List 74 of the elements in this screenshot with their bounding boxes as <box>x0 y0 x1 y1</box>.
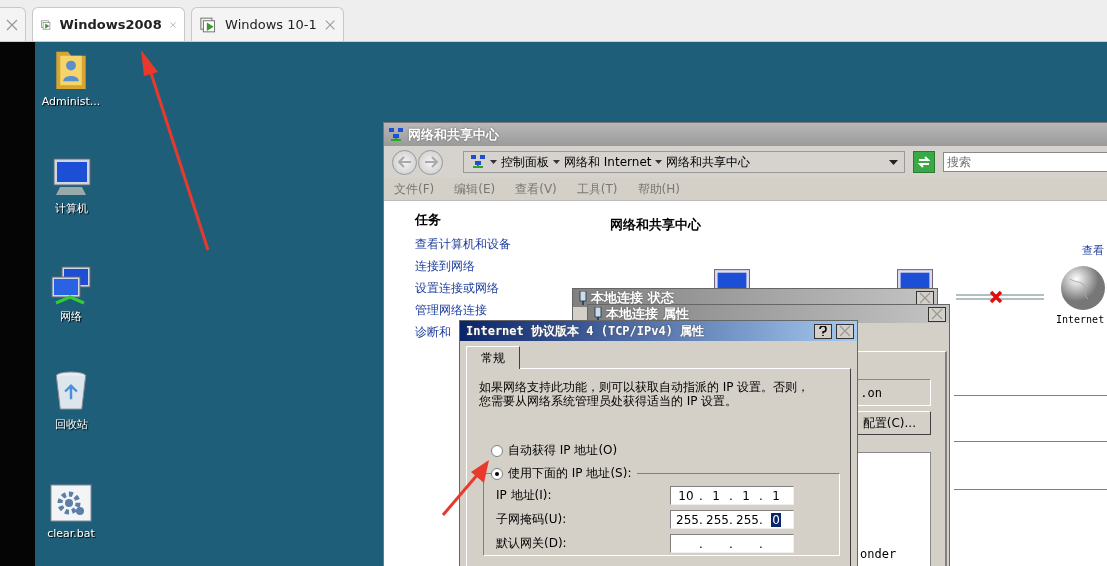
octet-dot: . <box>698 512 704 527</box>
desktop-icon-label[interactable]: clear.bat <box>47 527 95 540</box>
globe-icon <box>1060 265 1106 311</box>
view-link[interactable]: 查看 <box>1082 243 1104 258</box>
radio-icon[interactable] <box>491 444 503 457</box>
network-icon[interactable] <box>48 265 94 305</box>
octet-dot: . <box>758 488 764 503</box>
gear-file-icon[interactable] <box>49 483 93 523</box>
tab[interactable]: 常规 <box>466 346 520 369</box>
help-button[interactable] <box>814 323 832 339</box>
task-link[interactable]: 连接到网络 <box>415 258 511 275</box>
octet-text: 255 <box>735 512 760 527</box>
dropdown-caret-icon[interactable] <box>888 159 898 165</box>
breadcrumb-item[interactable]: 网络和共享中心 <box>666 153 751 171</box>
octet-dot: . <box>758 536 764 551</box>
dialog-title: 本地连接 属性 <box>606 305 690 323</box>
tasks-heading: 任务 <box>415 211 442 229</box>
dialog-title: Internet 协议版本 4 (TCP/IPv4) 属性 <box>466 322 706 340</box>
network-icon <box>470 154 486 170</box>
annotation-arrow <box>441 460 489 516</box>
caret-icon[interactable] <box>490 159 497 165</box>
octet-text: 0 <box>771 512 781 527</box>
ip-address-field[interactable]: 255. 255. 255. 0 <box>670 510 794 529</box>
search-field[interactable]: 搜索 <box>942 152 1107 172</box>
connection-icon <box>579 291 587 305</box>
help-icon <box>819 326 827 336</box>
internet-label: Internet <box>1056 314 1105 325</box>
octet-dot: . <box>728 512 734 527</box>
octet-text: 255 <box>675 512 700 527</box>
breadcrumb-item[interactable]: 控制面板 <box>501 153 549 171</box>
page-heading: 网络和共享中心 <box>610 216 701 234</box>
octet-dot: . <box>758 512 764 527</box>
network-icon <box>388 126 404 143</box>
radio-option[interactable]: 使用下面的 IP 地址(S): <box>491 465 638 482</box>
octet-text: 255 <box>705 512 730 527</box>
forward-arrow-icon <box>423 156 438 168</box>
address-bar[interactable]: 控制面板 网络和 Internet 网络和共享中心 <box>463 151 905 173</box>
octet-dot: . <box>728 536 734 551</box>
octet-text: 10 <box>677 488 695 503</box>
ip-address-field[interactable]: . . . <box>670 534 794 553</box>
browser-tab[interactable]: Windows2008 <box>32 7 185 41</box>
desktop-icon-label[interactable]: 网络 <box>60 309 82 324</box>
octet-dot: . <box>698 536 704 551</box>
octet-dot: . <box>698 488 704 503</box>
radio-icon[interactable] <box>491 467 503 480</box>
browser-tab[interactable]: Windows 10-1 <box>191 7 344 41</box>
desktop-icon-label[interactable]: 计算机 <box>54 201 88 216</box>
field-label: IP 地址(I): <box>496 487 553 504</box>
field-label: 子网掩码(U): <box>496 511 568 528</box>
task-link[interactable]: 设置连接或网络 <box>415 280 511 297</box>
window-title: 网络和共享中心 <box>408 125 499 144</box>
octet-text: 1 <box>711 488 721 503</box>
list-item[interactable]: onder <box>860 547 897 561</box>
field-label: 默认网关(D): <box>496 535 568 552</box>
connection-icon <box>594 307 602 321</box>
vm-icon <box>200 15 218 34</box>
tab-close-icon[interactable] <box>6 18 18 31</box>
caret-icon[interactable] <box>655 159 663 165</box>
caret-icon[interactable] <box>553 159 560 165</box>
refresh-icon <box>916 155 931 169</box>
task-link[interactable]: 管理网络连接 <box>415 302 511 319</box>
refresh-button[interactable] <box>912 151 935 173</box>
dialog-title: 本地连接 状态 <box>591 289 675 307</box>
back-arrow-icon <box>397 156 412 168</box>
ip-address-field[interactable]: 10 . 1 . 1 . 1 <box>670 486 794 505</box>
description-text: 如果网络支持此功能，则可以获取自动指派的 IP 设置。否则，您需要从网络系统管理员处获得适当的 IP 设置。 <box>479 380 811 408</box>
breadcrumb-item[interactable]: 网络和 Internet <box>564 153 652 171</box>
desktop-icon-label[interactable]: 回收站 <box>54 417 88 432</box>
desktop-icon-label[interactable]: Administ... <box>41 95 101 108</box>
octet-text: 1 <box>741 488 751 503</box>
recycle-bin-icon[interactable] <box>53 370 89 413</box>
task-link[interactable]: 查看计算机和设备 <box>415 236 511 253</box>
octet-dot: . <box>728 488 734 503</box>
octet-text: 1 <box>771 488 781 503</box>
